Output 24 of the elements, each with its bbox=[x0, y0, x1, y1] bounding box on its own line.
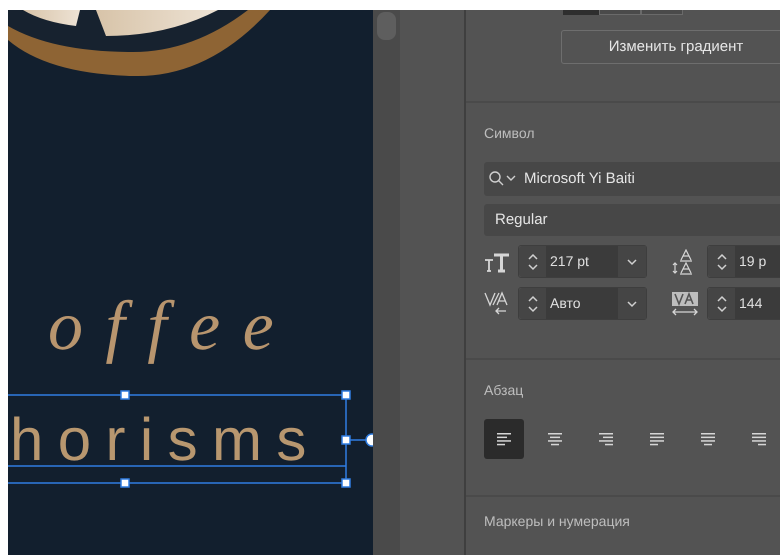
align-icon bbox=[649, 431, 665, 447]
section-title: Символ bbox=[484, 124, 536, 143]
swatch[interactable] bbox=[641, 10, 683, 15]
swatch[interactable] bbox=[563, 10, 599, 15]
font-family-field[interactable]: Microsoft Yi Baiti bbox=[484, 162, 780, 196]
align-button[interactable] bbox=[484, 419, 524, 459]
scrollbar[interactable] bbox=[373, 10, 400, 555]
search-icon bbox=[488, 170, 518, 188]
tracking-icon bbox=[671, 290, 699, 316]
align-icon bbox=[496, 431, 512, 447]
font-family-value: Microsoft Yi Baiti bbox=[524, 168, 635, 189]
section-title: Маркеры и нумерация bbox=[484, 512, 631, 531]
align-icon bbox=[598, 431, 614, 447]
font-size-icon bbox=[484, 250, 510, 272]
font-style-field[interactable]: Regular bbox=[484, 204, 780, 236]
section-title: Абзац bbox=[484, 381, 524, 400]
align-icon bbox=[547, 431, 563, 447]
subline-text: horisms bbox=[10, 414, 321, 465]
swatch[interactable] bbox=[599, 10, 641, 15]
align-icon bbox=[700, 431, 716, 447]
headline-text: offee bbox=[48, 287, 298, 367]
edit-gradient-button[interactable]: Изменить градиент bbox=[561, 30, 780, 64]
align-icon bbox=[751, 431, 767, 447]
kerning-icon bbox=[484, 290, 510, 316]
